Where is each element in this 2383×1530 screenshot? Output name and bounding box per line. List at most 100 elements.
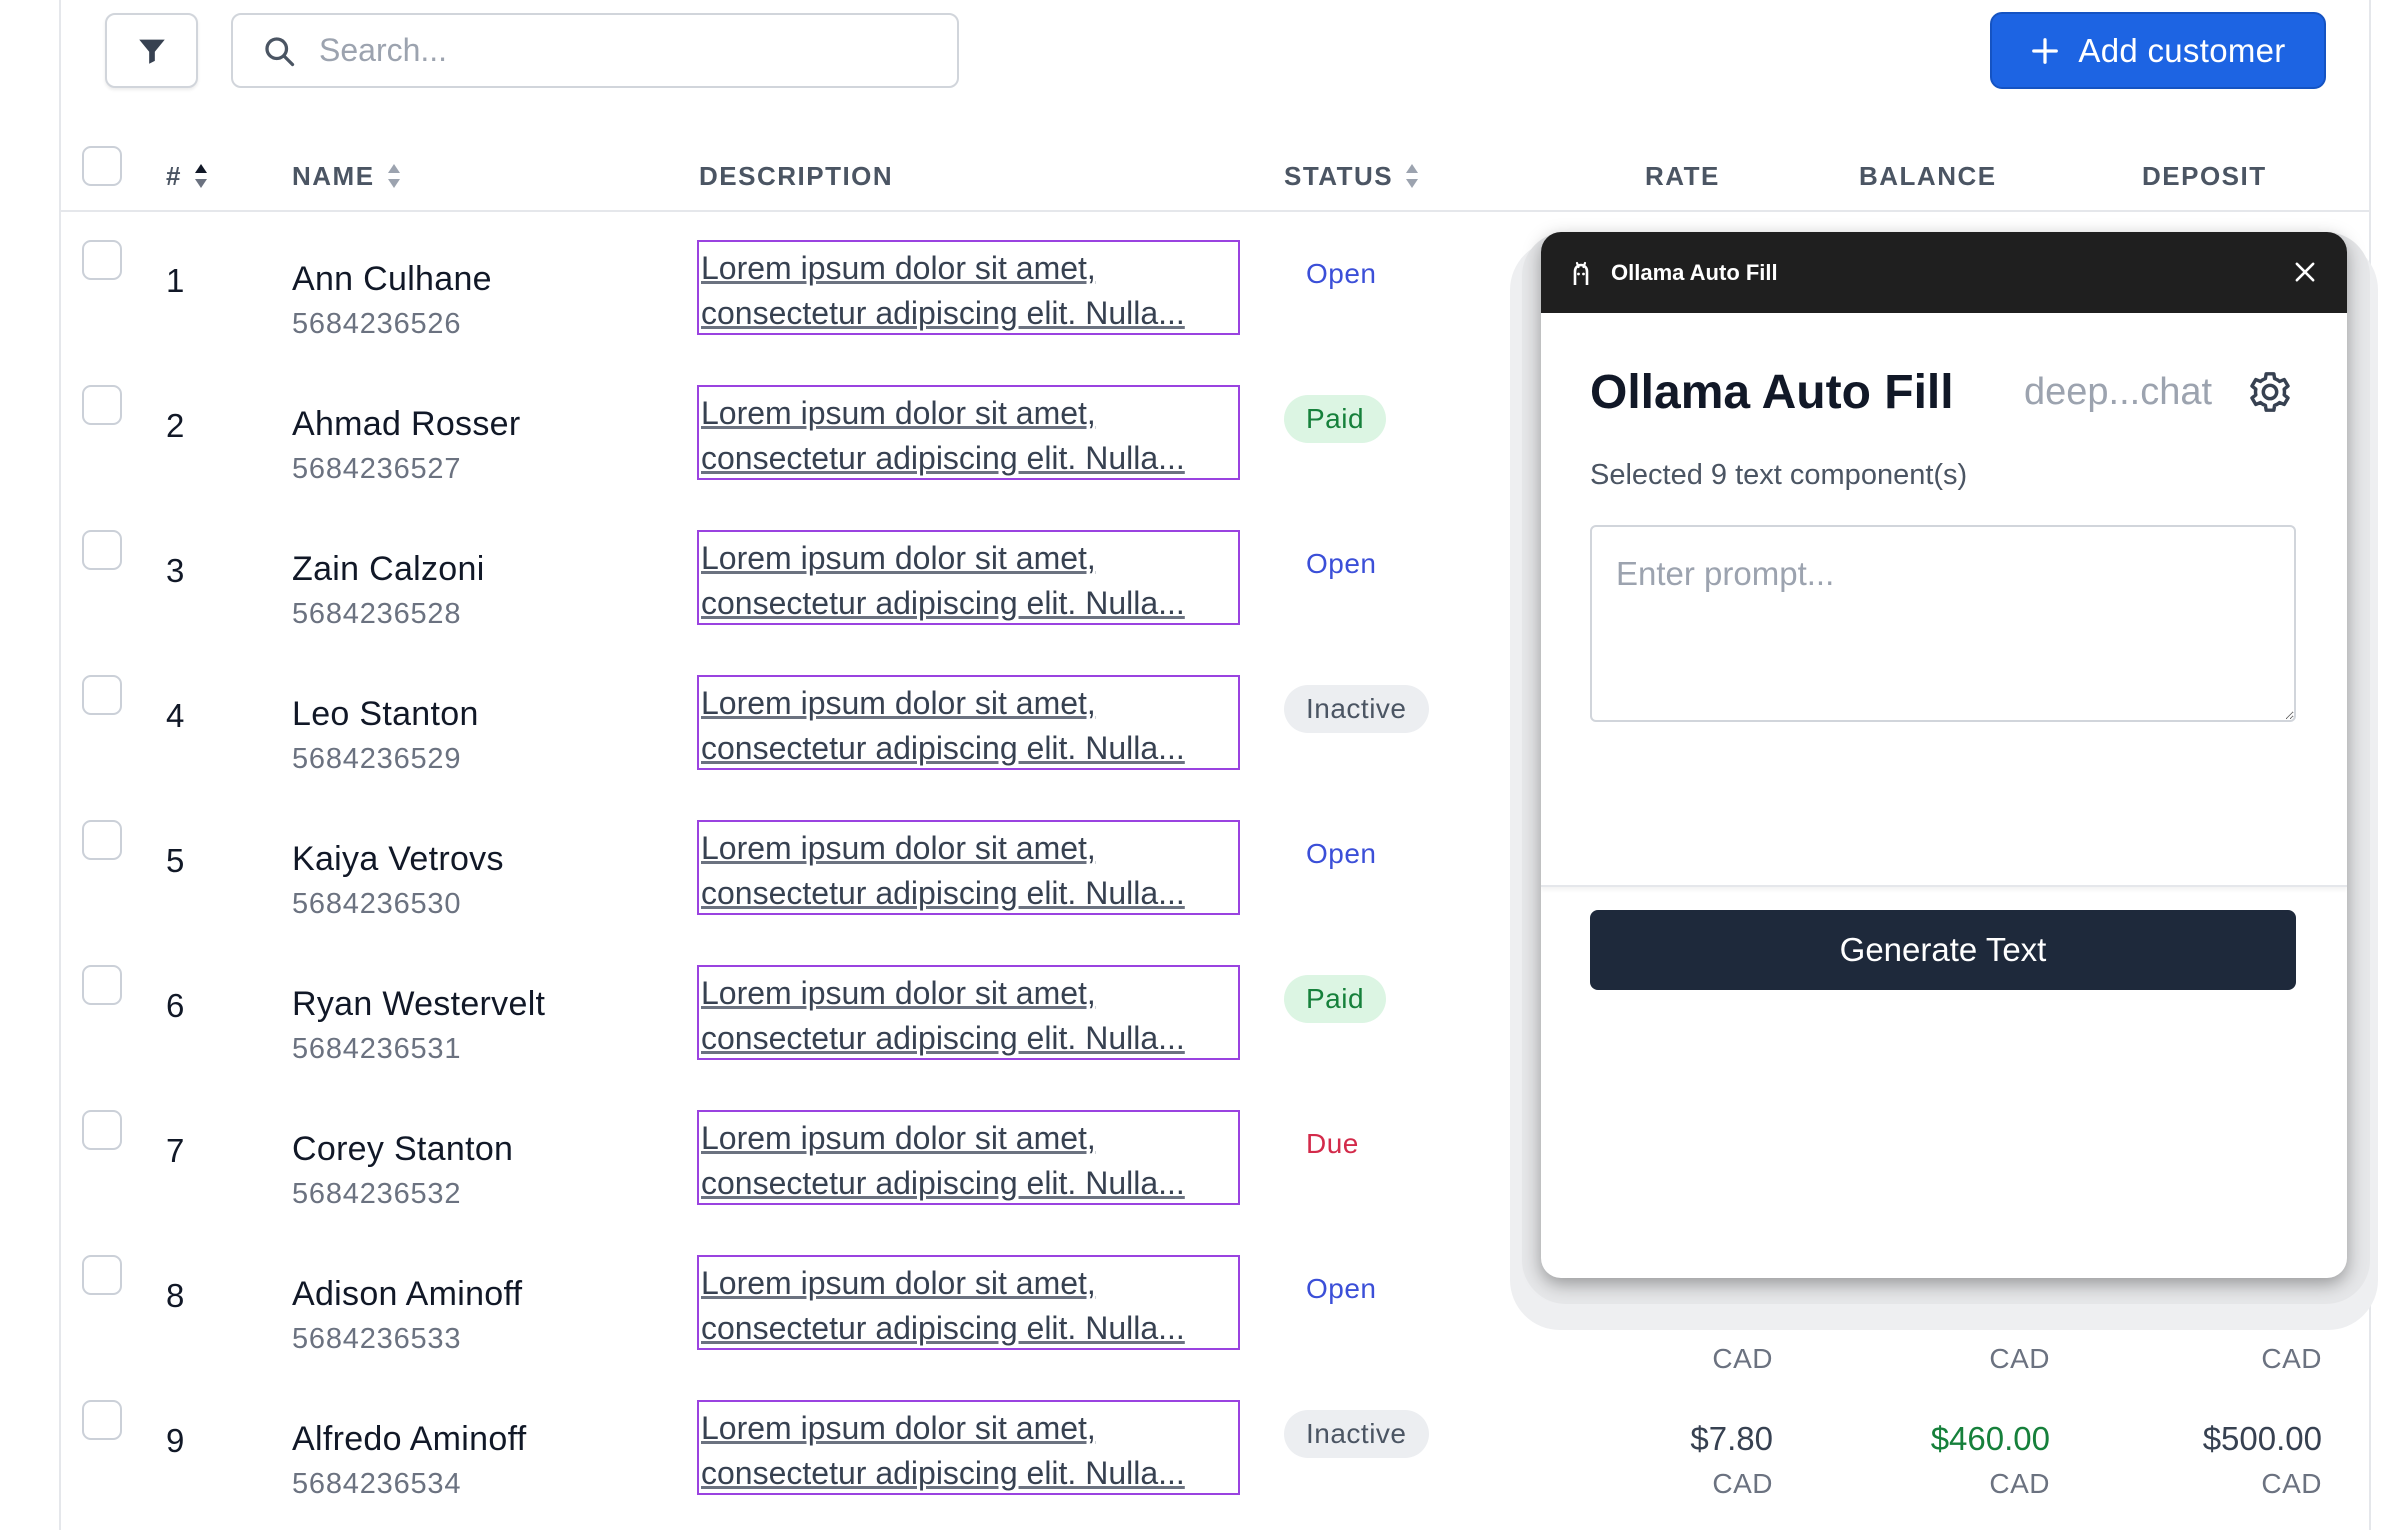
sort-icon: [1406, 164, 1419, 188]
column-header-deposit: DEPOSIT: [2142, 140, 2267, 212]
row-checkbox[interactable]: [82, 675, 122, 715]
filter-icon: [138, 39, 165, 64]
row-index: 2: [166, 407, 185, 444]
filter-button[interactable]: [105, 13, 198, 88]
customer-name: Ann Culhane: [292, 260, 492, 298]
rate-currency: CAD: [1712, 1343, 1773, 1374]
description-field[interactable]: Lorem ipsum dolor sit amet, consectetur a…: [697, 1400, 1240, 1495]
customer-name: Alfredo Aminoff: [292, 1420, 527, 1458]
prompt-input[interactable]: [1590, 525, 2296, 722]
customer-phone: 5684236531: [292, 1033, 462, 1065]
column-header-rate: RATE: [1645, 140, 1720, 212]
customer-phone: 5684236527: [292, 453, 462, 485]
column-header-index[interactable]: #: [166, 140, 208, 212]
description-field[interactable]: Lorem ipsum dolor sit amet, consectetur a…: [697, 240, 1240, 335]
row-index: 7: [166, 1132, 185, 1169]
deposit-currency: CAD: [2261, 1468, 2322, 1499]
description-line-2: consectetur adipiscing elit. Nulla...: [701, 1020, 1185, 1056]
row-checkbox[interactable]: [82, 385, 122, 425]
row-index: 8: [166, 1277, 185, 1314]
description-line-2: consectetur adipiscing elit. Nulla...: [701, 1165, 1185, 1201]
description-field[interactable]: Lorem ipsum dolor sit amet, consectetur a…: [697, 1110, 1240, 1205]
status-badge: Inactive: [1284, 685, 1429, 733]
customer-name: Ryan Westervelt: [292, 985, 546, 1023]
customer-name: Ahmad Rosser: [292, 405, 521, 443]
customer-name: Leo Stanton: [292, 695, 479, 733]
gear-icon[interactable]: [2247, 369, 2293, 415]
column-header-index-label: #: [166, 160, 182, 191]
sort-active-icon: [194, 164, 207, 188]
search-icon: [265, 36, 295, 66]
balance-currency: CAD: [1989, 1468, 2050, 1499]
add-customer-button[interactable]: Add customer: [1990, 12, 2326, 89]
table-row[interactable]: 9 Alfredo Aminoff 5684236534 Lorem ipsum…: [60, 1400, 2369, 1530]
column-header-name-label: NAME: [292, 160, 375, 191]
status-badge: Open: [1306, 1273, 1377, 1304]
description-line-1: Lorem ipsum dolor sit amet,: [701, 1120, 1096, 1156]
row-checkbox[interactable]: [82, 1400, 122, 1440]
rate-currency: CAD: [1712, 1468, 1773, 1499]
row-index: 9: [166, 1422, 185, 1459]
row-checkbox[interactable]: [82, 1255, 122, 1295]
generate-text-button[interactable]: Generate Text: [1590, 910, 2296, 990]
column-header-balance: BALANCE: [1859, 140, 1997, 212]
close-icon: [2295, 262, 2315, 282]
deposit-amount: $500.00: [2202, 1420, 2322, 1457]
plus-icon: [2032, 37, 2059, 64]
customer-phone: 5684236532: [292, 1178, 462, 1210]
row-checkbox[interactable]: [82, 965, 122, 1005]
description-field[interactable]: Lorem ipsum dolor sit amet, consectetur a…: [697, 385, 1240, 480]
row-checkbox[interactable]: [82, 530, 122, 570]
customer-phone: 5684236533: [292, 1323, 462, 1355]
select-all-checkbox[interactable]: [82, 146, 122, 186]
description-line-1: Lorem ipsum dolor sit amet,: [701, 540, 1096, 576]
deposit-value: $500.00 CAD: [2100, 1420, 2322, 1500]
selection-count-text: Selected 9 text component(s): [1590, 459, 1968, 491]
description-field[interactable]: Lorem ipsum dolor sit amet, consectetur a…: [697, 820, 1240, 915]
status-badge: Open: [1306, 838, 1377, 869]
description-line-2: consectetur adipiscing elit. Nulla...: [701, 875, 1185, 911]
description-field[interactable]: Lorem ipsum dolor sit amet, consectetur a…: [697, 965, 1240, 1060]
sort-icon: [387, 164, 400, 188]
row-index: 6: [166, 987, 185, 1024]
description-line-1: Lorem ipsum dolor sit amet,: [701, 395, 1096, 431]
balance-value: $460.00 CAD: [1820, 1420, 2050, 1500]
rate-amount: $7.80: [1690, 1420, 1773, 1457]
description-field[interactable]: Lorem ipsum dolor sit amet, consectetur a…: [697, 1255, 1240, 1350]
description-field[interactable]: Lorem ipsum dolor sit amet, consectetur a…: [697, 675, 1240, 770]
description-line-2: consectetur adipiscing elit. Nulla...: [701, 440, 1185, 476]
column-header-name[interactable]: NAME: [292, 140, 401, 212]
modal-bar-title: Ollama Auto Fill: [1611, 259, 1778, 285]
customer-phone: 5684236526: [292, 308, 462, 340]
ollama-logo-icon: [1573, 261, 1589, 285]
description-line-2: consectetur adipiscing elit. Nulla...: [701, 1455, 1185, 1491]
column-header-status[interactable]: STATUS: [1284, 140, 1419, 212]
status-badge: Open: [1306, 548, 1377, 579]
customer-name: Adison Aminoff: [292, 1275, 523, 1313]
modal-close-button[interactable]: [2285, 252, 2325, 292]
modal-content-panel: Ollama Auto Fill deep...chat Selected 9 …: [1541, 313, 2347, 887]
row-checkbox[interactable]: [82, 820, 122, 860]
customer-phone: 5684236528: [292, 598, 462, 630]
deposit-currency: CAD: [2261, 1343, 2322, 1374]
column-header-balance-label: BALANCE: [1859, 160, 1997, 191]
description-field[interactable]: Lorem ipsum dolor sit amet, consectetur a…: [697, 530, 1240, 625]
status-badge: Open: [1306, 258, 1377, 289]
row-checkbox[interactable]: [82, 240, 122, 280]
row-checkbox[interactable]: [82, 1110, 122, 1150]
model-name[interactable]: deep...chat: [2024, 371, 2212, 414]
search-input[interactable]: [319, 32, 919, 69]
balance-amount: $460.00: [1930, 1420, 2050, 1457]
column-header-status-label: STATUS: [1284, 160, 1394, 191]
add-customer-label: Add customer: [2078, 31, 2286, 69]
status-badge: Paid: [1284, 975, 1387, 1023]
description-line-1: Lorem ipsum dolor sit amet,: [701, 685, 1096, 721]
modal-heading: Ollama Auto Fill: [1590, 366, 1954, 419]
customer-table-page: Add customer # NAME DESCRIPTION STATUS R…: [0, 0, 2383, 1530]
column-header-description-label: DESCRIPTION: [699, 160, 894, 191]
modal-title-bar: Ollama Auto Fill: [1541, 232, 2347, 313]
description-line-2: consectetur adipiscing elit. Nulla...: [701, 730, 1185, 766]
row-index: 5: [166, 842, 185, 879]
search-box[interactable]: [231, 13, 959, 88]
customer-name: Corey Stanton: [292, 1130, 514, 1168]
